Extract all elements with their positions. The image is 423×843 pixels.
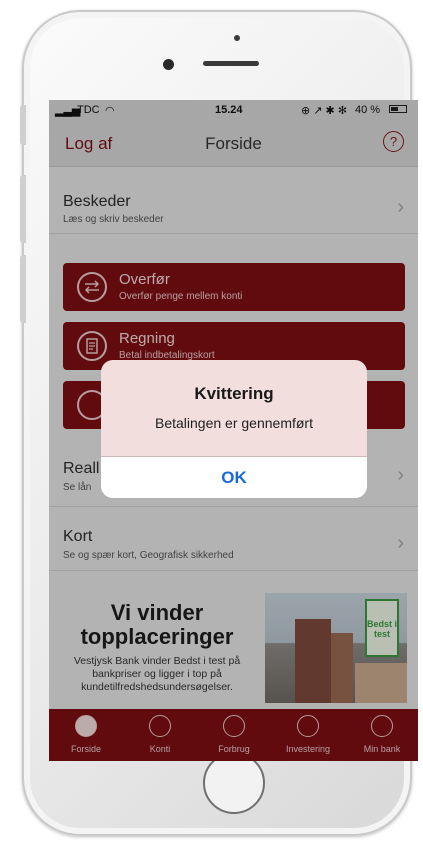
- alert-title: Kvittering: [194, 384, 274, 403]
- app-screen: ▂▃▅ TDC ◠ 15.24 ⊕ ↗ ✱ ✻ 40 % Log af Fors…: [49, 100, 418, 761]
- ok-button[interactable]: OK: [101, 457, 367, 498]
- volume-down-button: [20, 255, 26, 323]
- home-button[interactable]: [203, 752, 265, 814]
- volume-up-button: [20, 175, 26, 243]
- alert-message: Betalingen er gennemført: [155, 415, 313, 431]
- mute-switch: [20, 105, 26, 145]
- alert-dialog: Kvittering Betalingen er gennemført OK: [101, 360, 367, 498]
- proximity-sensor: [234, 35, 240, 41]
- earpiece-speaker: [203, 61, 259, 66]
- front-camera: [163, 59, 174, 70]
